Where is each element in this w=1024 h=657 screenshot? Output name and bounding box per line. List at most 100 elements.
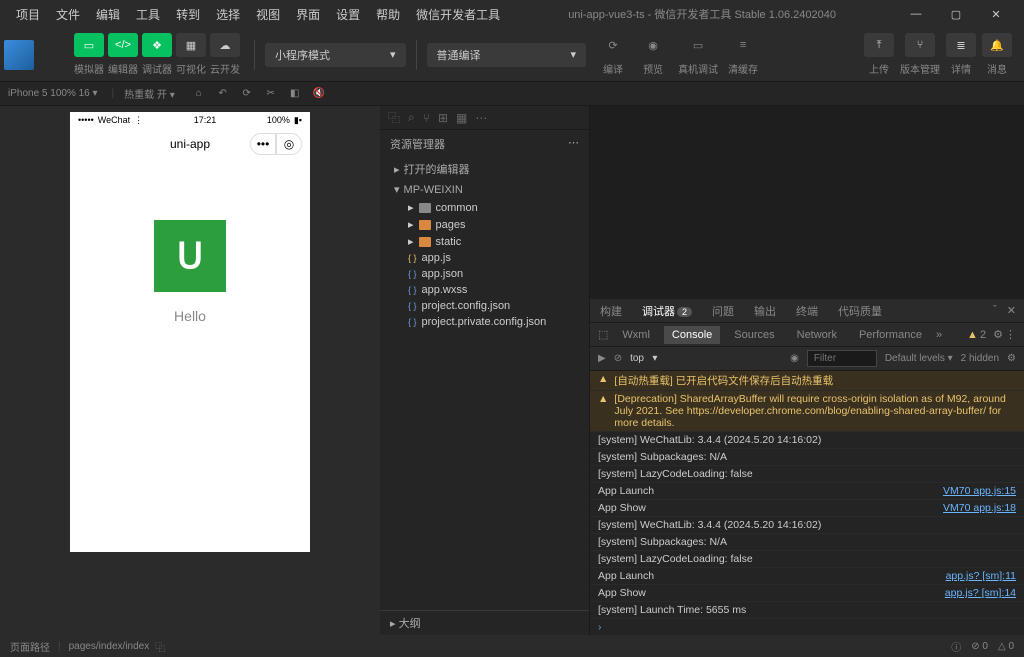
maximize-button[interactable]: ▢ [936, 0, 976, 28]
refresh-icon[interactable]: ⟳ [237, 84, 257, 104]
clear-icon[interactable]: ⊘ [614, 353, 622, 364]
toolbar: ▭模拟器</>编辑器❖调试器▦可视化☁云开发 小程序模式▾ 普通编译▾ ⟳编译◉… [0, 28, 1024, 82]
tree-item-pages[interactable]: ▸pages [380, 216, 589, 233]
hotreload-toggle[interactable]: 热重载 开 ▾ [124, 86, 175, 101]
menu-视图[interactable]: 视图 [248, 2, 288, 27]
battery-icon: ▮▪ [294, 115, 302, 126]
source-link[interactable]: VM70 app.js:15 [943, 485, 1016, 497]
capsule-close-button[interactable]: ◎ [276, 133, 302, 155]
版本管理-button[interactable]: ⑂ [905, 33, 935, 57]
subtab-Wxml[interactable]: Wxml [614, 326, 658, 344]
tree-item-app.js[interactable]: { }app.js [380, 250, 589, 266]
详情-button[interactable]: ≣ [946, 33, 976, 57]
plugin-icon[interactable]: ⊞ [438, 111, 448, 125]
真机调试-button[interactable]: ▭ [683, 33, 713, 57]
编译-button[interactable]: ⟳ [598, 33, 628, 57]
broadcast-icon[interactable]: ⓘ [951, 639, 961, 654]
settings-icon[interactable]: ⚙ [993, 328, 1003, 341]
simulator-panel: ••••• WeChat ⋮ 17:21 100% ▮▪ uni-app •••… [0, 106, 380, 635]
console-line: [system] LazyCodeLoading: false [590, 466, 1024, 483]
inspect-icon[interactable]: ⬚ [598, 328, 608, 341]
预览-button[interactable]: ◉ [638, 33, 668, 57]
mode-dropdown[interactable]: 小程序模式▾ [265, 43, 406, 67]
more-tabs-icon[interactable]: » [936, 329, 942, 341]
编辑器-button[interactable]: </> [108, 33, 138, 57]
file-icon: { } [408, 253, 417, 263]
上传-button[interactable]: ⤒ [864, 33, 894, 57]
menu-界面[interactable]: 界面 [288, 2, 328, 27]
tab-代码质量[interactable]: 代码质量 [836, 299, 884, 323]
home-icon[interactable]: ⌂ [189, 84, 209, 104]
tree-item-app.wxss[interactable]: { }app.wxss [380, 282, 589, 298]
copy-icon[interactable]: ⿻ [155, 639, 165, 654]
menu-设置[interactable]: 设置 [328, 2, 368, 27]
minimize-button[interactable]: — [896, 0, 936, 28]
mute-icon[interactable]: 🔇 [309, 84, 329, 104]
subtab-Performance[interactable]: Performance [851, 326, 930, 344]
menu-转到[interactable]: 转到 [168, 2, 208, 27]
chevron-up-icon[interactable]: ˇ [993, 304, 997, 317]
tab-调试器[interactable]: 调试器2 [640, 299, 694, 323]
调试器-button[interactable]: ❖ [142, 33, 172, 57]
capsule-menu-button[interactable]: ••• [250, 133, 276, 155]
git-icon[interactable]: ⑂ [423, 111, 430, 125]
filter-input[interactable] [807, 350, 877, 367]
console-line: App LaunchVM70 app.js:15 [590, 483, 1024, 500]
tab-终端[interactable]: 终端 [794, 299, 820, 323]
eye-icon[interactable]: ◉ [790, 353, 799, 364]
close-button[interactable]: ✕ [976, 0, 1016, 28]
menu-文件[interactable]: 文件 [48, 2, 88, 27]
menu-编辑[interactable]: 编辑 [88, 2, 128, 27]
消息-button[interactable]: 🔔 [982, 33, 1012, 57]
open-editors-section[interactable]: ▸打开的编辑器 [380, 158, 589, 180]
outline-section[interactable]: ▸ 大纲 [380, 610, 589, 635]
云开发-button[interactable]: ☁ [210, 33, 240, 57]
清缓存-button[interactable]: ≡ [728, 33, 758, 57]
tree-item-static[interactable]: ▸static [380, 233, 589, 250]
menu-项目[interactable]: 项目 [8, 2, 48, 27]
source-link[interactable]: VM70 app.js:18 [943, 502, 1016, 514]
close-panel-icon[interactable]: ✕ [1007, 304, 1016, 317]
source-link[interactable]: app.js? [sm]:14 [945, 587, 1016, 599]
menu-选择[interactable]: 选择 [208, 2, 248, 27]
more-icon[interactable]: ⋯ [475, 111, 487, 125]
menu-工具[interactable]: 工具 [128, 2, 168, 27]
device-selector[interactable]: iPhone 5 100% 16 ▾ [8, 88, 98, 99]
tool-label: 编辑器 [108, 61, 138, 76]
tree-item-common[interactable]: ▸common [380, 199, 589, 216]
source-link[interactable]: app.js? [sm]:11 [946, 570, 1016, 582]
tree-item-app.json[interactable]: { }app.json [380, 266, 589, 282]
warnings-count[interactable]: △ 0 [998, 641, 1014, 652]
ext-icon[interactable]: ▦ [456, 111, 467, 125]
模拟器-button[interactable]: ▭ [74, 33, 104, 57]
stop-icon[interactable]: ▶ [598, 353, 606, 364]
console-prompt[interactable]: › [590, 619, 1024, 635]
explorer-more-icon[interactable]: ⋯ [568, 136, 579, 152]
errors-count[interactable]: ⊘ 0 [971, 641, 988, 652]
menu-帮助[interactable]: 帮助 [368, 2, 408, 27]
tree-item-project.config.json[interactable]: { }project.config.json [380, 298, 589, 314]
可视化-button[interactable]: ▦ [176, 33, 206, 57]
subtab-Network[interactable]: Network [789, 326, 845, 344]
settings-icon[interactable]: ⚙ [1007, 353, 1016, 364]
search-icon[interactable]: ⌕ [408, 110, 415, 125]
back-icon[interactable]: ↶ [213, 84, 233, 104]
hidden-count[interactable]: 2 hidden [961, 353, 999, 364]
tree-item-project.private.config.json[interactable]: { }project.private.config.json [380, 314, 589, 330]
subtab-Sources[interactable]: Sources [726, 326, 782, 344]
log-levels-dropdown[interactable]: Default levels ▾ [885, 353, 953, 364]
compile-dropdown[interactable]: 普通编译▾ [427, 43, 587, 67]
battery-percent: 100% [267, 115, 290, 125]
files-icon[interactable]: ⿻ [388, 109, 400, 126]
page-path[interactable]: pages/index/index [69, 641, 150, 652]
subtab-Console[interactable]: Console [664, 326, 720, 344]
tab-输出[interactable]: 输出 [752, 299, 778, 323]
cut-icon[interactable]: ✂ [261, 84, 281, 104]
context-selector[interactable]: top ▾ [630, 353, 782, 364]
tab-构建[interactable]: 构建 [598, 299, 624, 323]
tab-问题[interactable]: 问题 [710, 299, 736, 323]
project-section[interactable]: ▾MP-WEIXIN [380, 180, 589, 199]
menu-微信开发者工具[interactable]: 微信开发者工具 [408, 2, 508, 27]
path-label: 页面路径 [10, 639, 50, 654]
rotate-icon[interactable]: ◧ [285, 84, 305, 104]
